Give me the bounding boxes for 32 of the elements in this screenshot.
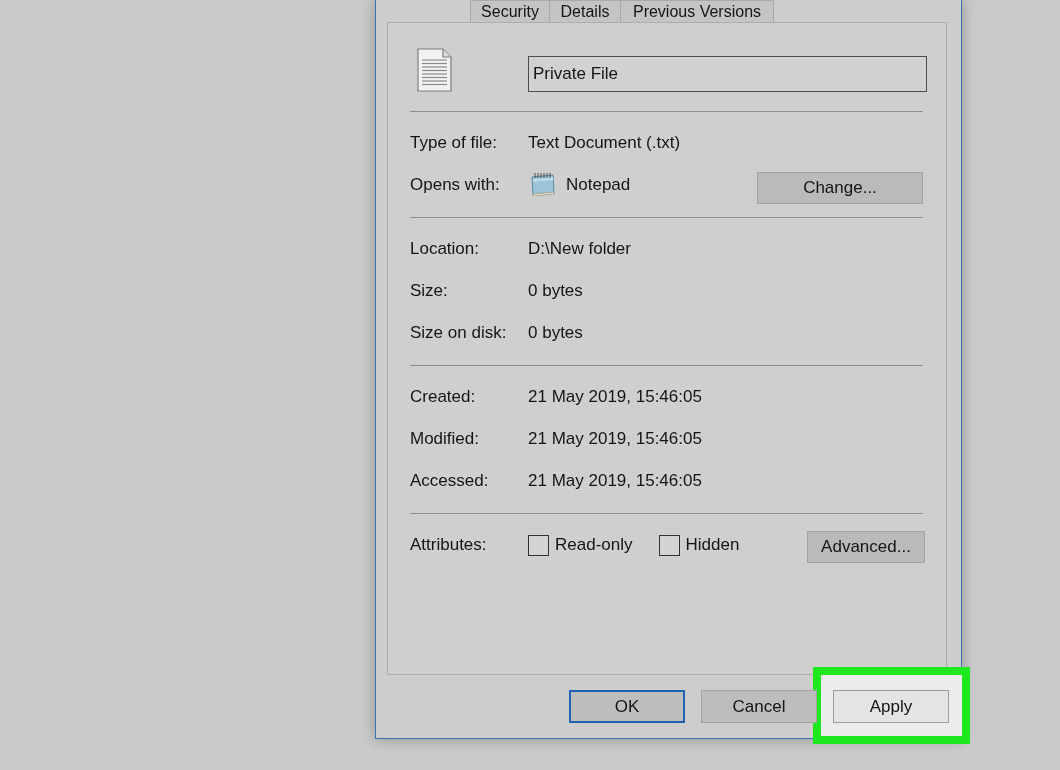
tab[interactable]: Security [470,0,550,22]
dialog-button[interactable]: Cancel [701,690,817,723]
notepad-icon [529,170,556,196]
tab[interactable]: Previous Versions [620,0,774,22]
field-label: Size on disk: [410,323,508,343]
change-button[interactable]: Change... [757,171,923,204]
field-value: 21 May 2019, 15:46:05 [528,429,702,449]
field-label: Attributes: [410,535,488,555]
tab[interactable]: Details [549,0,621,22]
field-label: Created: [410,387,477,407]
field-value: 21 May 2019, 15:46:05 [528,387,702,407]
field-label: Opens with: [410,175,501,195]
field-value: 0 bytes [528,323,583,343]
field-value: 21 May 2019, 15:46:05 [528,471,702,491]
checkbox-label[interactable]: Read-only [555,535,633,555]
field-label: Modified: [410,429,480,449]
dialog-button[interactable]: OK [569,690,685,723]
dialog-button[interactable]: Apply [833,690,949,723]
app-name: Notepad [566,175,631,195]
checkbox[interactable] [528,534,549,556]
advanced-button[interactable]: Advanced... [807,531,925,563]
checkbox-label[interactable]: Hidden [685,535,740,555]
field-label: Location: [410,239,480,259]
field-value: 0 bytes [528,281,583,301]
field-label: Accessed: [410,471,490,491]
checkbox[interactable] [658,534,680,556]
document-icon [417,48,452,92]
file-name-field[interactable]: Private File [528,56,927,92]
field-label: Size: [410,281,449,301]
field-value: Text Document (.txt) [528,133,681,153]
field-value: D:\New folder [528,239,631,259]
field-label: Type of file: [410,133,498,153]
